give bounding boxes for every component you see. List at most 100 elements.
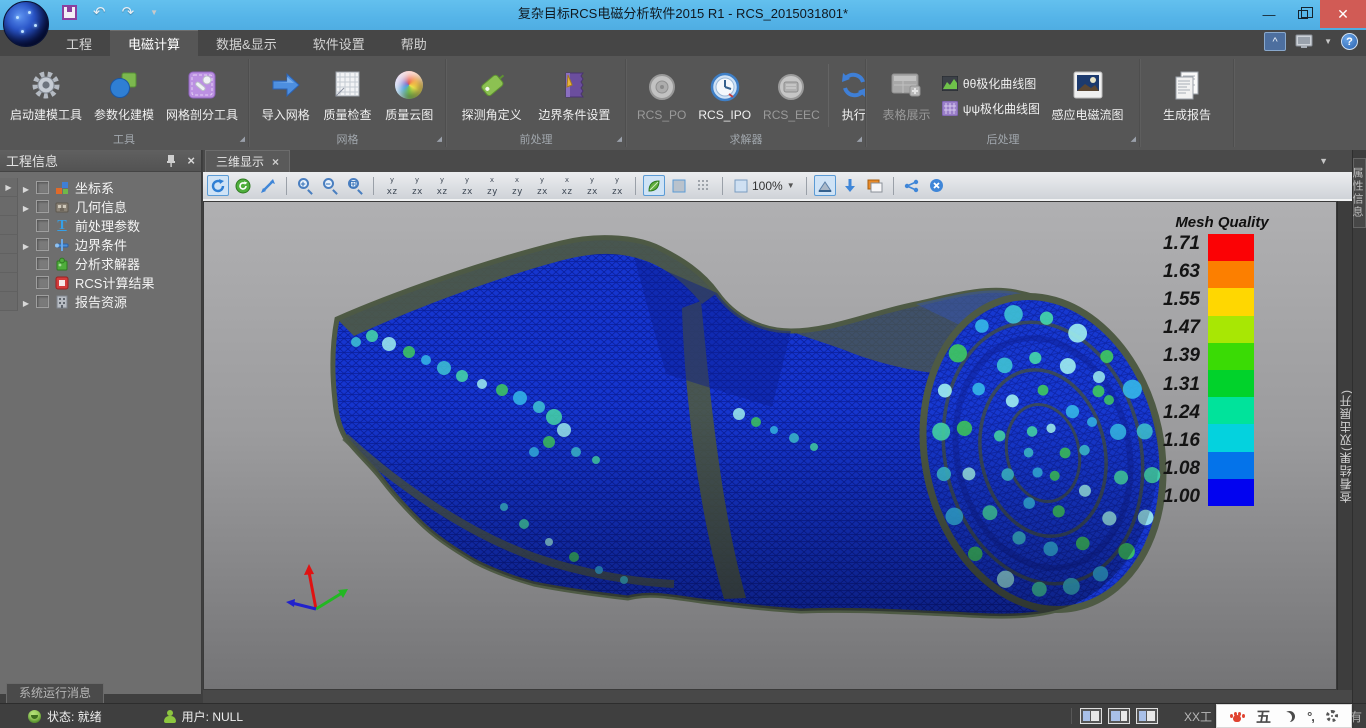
parametric-modeling-button[interactable]: 参数化建模 <box>88 66 160 125</box>
close-panel-icon[interactable]: × <box>187 153 195 168</box>
zoom-out-button[interactable]: − <box>319 175 341 196</box>
section-view-button[interactable] <box>814 175 836 196</box>
view-orient-button-5[interactable]: xzy <box>481 175 503 196</box>
tree-item-rcs-results[interactable]: RCS计算结果 <box>0 273 201 292</box>
monitor-icon[interactable] <box>1295 33 1315 51</box>
ime-mode-icon[interactable]: 五 <box>1256 706 1271 727</box>
ime-logo-paw-icon[interactable] <box>1230 710 1244 723</box>
launch-modeling-tool-button[interactable]: 启动建模工具 <box>4 66 88 125</box>
probe-angle-button[interactable]: 探测角定义 <box>456 66 528 125</box>
layout-left-panel-icon[interactable] <box>1080 708 1102 724</box>
expander-icon[interactable]: ▶ <box>23 204 29 213</box>
mesh-partition-tool-button[interactable]: 网格剖分工具 <box>160 66 244 125</box>
monitor-dropdown-icon[interactable]: ▼ <box>1324 37 1332 46</box>
induced-current-map-button[interactable]: 感应电磁流图 <box>1046 66 1130 125</box>
tree-checkbox[interactable] <box>36 238 49 251</box>
rotate-view-button[interactable] <box>207 175 229 196</box>
rcs-ipo-button[interactable]: RCS_IPO <box>692 68 757 124</box>
minimize-button[interactable]: — <box>1252 0 1286 28</box>
theta-polar-curve-button[interactable]: θθ极化曲线图 <box>942 75 1040 92</box>
zoom-extents-button[interactable]: ⊞ <box>344 175 366 196</box>
restore-button[interactable] <box>1286 0 1320 28</box>
expander-icon[interactable]: ▶ <box>23 185 29 194</box>
refresh-view-button[interactable] <box>232 175 254 196</box>
tab-3d-display[interactable]: 三维显示 × <box>205 150 290 172</box>
quality-check-button[interactable]: 质量检查 <box>317 66 377 125</box>
expander-icon[interactable]: ▶ <box>5 183 11 192</box>
view-orient-button-4[interactable]: yzx <box>456 175 478 196</box>
ime-fullwidth-moon-icon[interactable] <box>1284 711 1295 722</box>
table-display-button[interactable]: 表格展示 <box>876 66 936 125</box>
flat-shade-button[interactable] <box>668 175 690 196</box>
boundary-settings-button[interactable]: 边界条件设置 <box>532 66 616 125</box>
rcs-po-button[interactable]: RCS_PO <box>631 68 692 124</box>
quality-cloud-button[interactable]: 质量云图 <box>379 66 439 125</box>
tree-checkbox[interactable] <box>36 181 49 194</box>
tree-item-preprocess-params[interactable]: T 前处理参数 <box>0 216 201 235</box>
ime-punctuation-icon[interactable]: °, <box>1307 709 1314 724</box>
group-dialog-launcher-icon[interactable]: ◢ <box>437 132 442 147</box>
view-orient-button-7[interactable]: yzx <box>531 175 553 196</box>
help-icon[interactable]: ? <box>1341 33 1358 50</box>
tab-em-computation[interactable]: 电磁计算 <box>110 30 198 56</box>
zoom-dropdown-icon[interactable]: ▼ <box>787 181 795 190</box>
fit-view-button[interactable] <box>257 175 279 196</box>
project-panel-header: 工程信息 × <box>0 150 201 172</box>
view-orient-button-6[interactable]: xzy <box>506 175 528 196</box>
expander-icon[interactable]: ▶ <box>23 242 29 251</box>
zoom-level-select[interactable]: 100% ▼ <box>730 179 799 193</box>
tree-checkbox[interactable] <box>36 257 49 270</box>
tree-item-geometry-info[interactable]: ▶ 几何信息 <box>0 197 201 216</box>
tree-item-coordinate-system[interactable]: ▶ ▶ 坐标系 <box>0 178 201 197</box>
tree-checkbox[interactable] <box>36 276 49 289</box>
tab-project[interactable]: 工程 <box>48 30 110 56</box>
share-button[interactable] <box>901 175 923 196</box>
view-orient-button-1[interactable]: yxz <box>381 175 403 196</box>
generate-report-button[interactable]: 生成报告 <box>1157 66 1217 125</box>
tab-help[interactable]: 帮助 <box>383 30 445 56</box>
ribbon-group-preprocess: 探测角定义 边界条件设置 前处理◢ <box>447 56 625 150</box>
psi-polar-curve-button[interactable]: ψψ极化曲线图 <box>942 100 1040 117</box>
rcs-eec-button[interactable]: RCS_EEC <box>757 68 826 124</box>
3d-viewport[interactable]: Mesh Quality 1.711.63 1.551.47 1.391.31 … <box>203 201 1337 690</box>
close-button[interactable]: ✕ <box>1320 0 1366 28</box>
system-message-tab[interactable]: 系统运行消息 <box>6 683 104 703</box>
tab-data-display[interactable]: 数据&显示 <box>198 30 295 56</box>
collapse-ribbon-icon[interactable]: ^ <box>1264 32 1286 51</box>
ime-settings-gear-icon[interactable] <box>1326 710 1338 722</box>
group-dialog-launcher-icon[interactable]: ◢ <box>857 132 862 147</box>
tab-settings[interactable]: 软件设置 <box>295 30 383 56</box>
group-dialog-launcher-icon[interactable]: ◢ <box>240 132 245 147</box>
app-logo-icon[interactable] <box>3 1 49 47</box>
view-orient-button-8[interactable]: xxz <box>556 175 578 196</box>
view-orient-button-3[interactable]: yxz <box>431 175 453 196</box>
close-view-button[interactable] <box>926 175 948 196</box>
wireframe-button[interactable] <box>693 175 715 196</box>
property-info-tab[interactable]: 属性信息 <box>1353 158 1366 228</box>
grid-sheet-icon <box>330 68 364 102</box>
collapsed-result-panel-tab[interactable]: 查看结果(双击展开) <box>1337 201 1352 690</box>
layout-split-panel-icon[interactable] <box>1108 708 1130 724</box>
tree-item-boundary-conditions[interactable]: ▶ 边界条件 <box>0 235 201 254</box>
tree-item-report-resources[interactable]: ▶ 报告资源 <box>0 292 201 311</box>
group-dialog-launcher-icon[interactable]: ◢ <box>617 132 622 147</box>
tree-checkbox[interactable] <box>36 219 49 232</box>
tab-list-dropdown-icon[interactable]: ▼ <box>1319 156 1328 166</box>
import-mesh-button[interactable]: 导入网格 <box>256 66 316 125</box>
layout-bottom-panel-icon[interactable] <box>1136 708 1158 724</box>
view-orient-button-10[interactable]: yzx <box>606 175 628 196</box>
drop-arrow-button[interactable] <box>839 175 861 196</box>
view-orient-button-9[interactable]: yzx <box>581 175 603 196</box>
tree-checkbox[interactable] <box>36 295 49 308</box>
tree-item-solver[interactable]: 分析求解器 <box>0 254 201 273</box>
expander-icon[interactable]: ▶ <box>23 299 29 308</box>
smooth-shade-button[interactable] <box>643 175 665 196</box>
snapshot-button[interactable] <box>864 175 886 196</box>
view-orient-button-2[interactable]: yzx <box>406 175 428 196</box>
zoom-in-button[interactable]: + <box>294 175 316 196</box>
close-tab-icon[interactable]: × <box>272 155 279 169</box>
tree-checkbox[interactable] <box>36 200 49 213</box>
ime-toolbar[interactable]: 五 °, <box>1216 704 1352 728</box>
group-dialog-launcher-icon[interactable]: ◢ <box>1131 132 1136 147</box>
pin-icon[interactable] <box>165 154 177 167</box>
